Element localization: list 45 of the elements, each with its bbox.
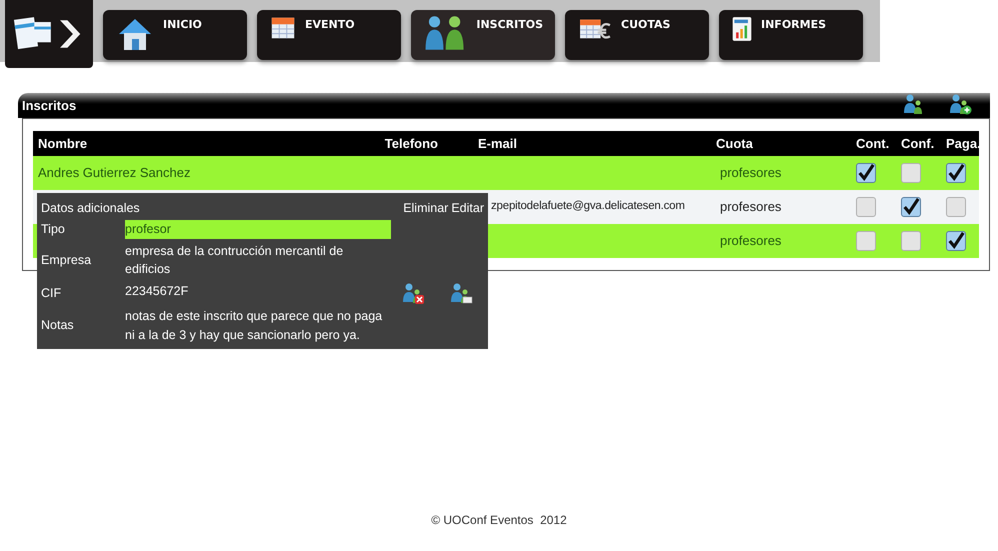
action-link[interactable]: Eliminar bbox=[403, 199, 448, 218]
table-cell-text: Andres Gutierrez Sanchez bbox=[38, 164, 192, 182]
checkbox[interactable] bbox=[946, 197, 966, 217]
nav-tab[interactable]: EVENTO bbox=[257, 10, 401, 60]
nav-tab[interactable]: CUOTAS bbox=[565, 10, 709, 60]
checkmark-icon bbox=[947, 232, 965, 250]
person-remove-icon[interactable] bbox=[401, 282, 425, 304]
checkbox[interactable] bbox=[856, 163, 876, 183]
column-heading: Nombre bbox=[38, 134, 88, 153]
person-card-icon[interactable] bbox=[449, 282, 473, 304]
checkmark-icon bbox=[947, 164, 965, 182]
panel-title: Inscritos bbox=[22, 96, 76, 114]
field-label: Notas bbox=[41, 317, 75, 334]
bar-chart-document-icon bbox=[731, 14, 753, 44]
checkmark-icon bbox=[902, 198, 920, 216]
column-heading: Cuota bbox=[716, 134, 754, 153]
field-label: CIF bbox=[41, 284, 62, 302]
checkbox[interactable] bbox=[946, 231, 966, 251]
column-heading: Paga. bbox=[946, 134, 982, 153]
field-value: notas de este inscrito que parece que no paga ni a la de 3 y hay que sancionarlo pero ya. bbox=[125, 308, 384, 344]
field-value: 22345672F bbox=[125, 283, 190, 300]
checkbox[interactable] bbox=[946, 163, 966, 183]
logo-tile[interactable] bbox=[5, 0, 93, 68]
table-cell-text: profesores bbox=[719, 198, 782, 216]
table-cell-text: profesores bbox=[719, 164, 782, 182]
table-row[interactable]: Andres Gutierrez Sanchez profesores bbox=[33, 156, 979, 190]
checkbox[interactable] bbox=[856, 197, 876, 217]
column-heading: Conf. bbox=[901, 134, 936, 153]
checkbox[interactable] bbox=[901, 231, 921, 251]
column-heading: E-mail bbox=[478, 134, 518, 153]
checkbox[interactable] bbox=[901, 197, 921, 217]
nav-tab[interactable]: INSCRITOS bbox=[411, 10, 555, 60]
nav-tab[interactable]: INFORMES bbox=[719, 10, 863, 60]
table-cell-text: profesores bbox=[719, 232, 782, 250]
checkbox[interactable] bbox=[856, 231, 876, 251]
person-add-icon[interactable] bbox=[948, 93, 972, 115]
column-heading: Telefono bbox=[384, 134, 439, 153]
popup-title: Datos adicionales bbox=[41, 200, 140, 217]
checkmark-icon bbox=[857, 164, 875, 182]
action-link[interactable]: Editar bbox=[451, 199, 484, 218]
checkbox[interactable] bbox=[901, 163, 921, 183]
footer-text: © UOConf Eventos 2012 bbox=[431, 512, 567, 529]
nav-tab[interactable]: INICIO bbox=[103, 10, 247, 60]
field-value: profesor bbox=[125, 220, 391, 238]
column-heading: Cont. bbox=[856, 134, 890, 153]
